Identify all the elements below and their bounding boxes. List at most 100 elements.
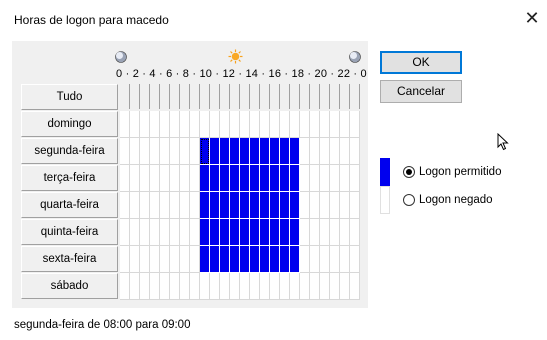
hour-cell[interactable] [250,138,260,165]
hour-cell[interactable] [320,138,330,165]
day-row-header[interactable]: quarta-feira [21,192,118,218]
hour-cell[interactable] [140,111,150,138]
hour-column-header[interactable] [150,84,160,109]
day-row-header[interactable]: segunda-feira [21,138,118,164]
hour-cell[interactable] [280,165,290,192]
hour-cell[interactable] [180,273,190,300]
hour-cell[interactable] [260,219,270,246]
hour-cell[interactable] [260,246,270,273]
hour-cell[interactable] [240,273,250,300]
hour-cell[interactable] [310,192,320,219]
hour-cell[interactable] [290,165,300,192]
hour-cell[interactable] [230,111,240,138]
hour-cell[interactable] [170,165,180,192]
cancel-button[interactable]: Cancelar [380,80,462,103]
hour-cell[interactable] [230,246,240,273]
hour-cell[interactable] [330,219,340,246]
hour-cell[interactable] [300,138,310,165]
hour-cell[interactable] [130,192,140,219]
hour-column-header[interactable] [200,84,210,109]
hour-cell[interactable] [270,111,280,138]
hour-cell[interactable] [130,246,140,273]
hour-cell[interactable] [240,111,250,138]
hour-cell[interactable] [220,192,230,219]
hour-cell[interactable] [250,246,260,273]
hour-cell[interactable] [180,192,190,219]
hour-cell[interactable] [210,111,220,138]
day-row-header[interactable]: quinta-feira [21,219,118,245]
hour-cell[interactable] [340,219,350,246]
ok-button[interactable]: OK [380,51,462,74]
hour-cell[interactable] [300,165,310,192]
hour-column-header[interactable] [300,84,310,109]
hour-cell[interactable] [260,165,270,192]
hour-cell[interactable] [330,165,340,192]
hour-cell[interactable] [190,192,200,219]
hours-grid[interactable] [120,111,360,300]
hour-cell[interactable] [270,273,280,300]
hour-cell[interactable] [220,165,230,192]
hour-cell[interactable] [150,111,160,138]
hour-cell[interactable] [280,219,290,246]
hour-cell[interactable] [180,165,190,192]
hour-cell[interactable] [220,219,230,246]
hour-cell[interactable] [280,246,290,273]
hour-cell[interactable] [230,138,240,165]
hour-cell[interactable] [340,246,350,273]
hour-column-header[interactable] [310,84,320,109]
hour-cell[interactable] [180,111,190,138]
hour-cell[interactable] [140,246,150,273]
hour-cell[interactable] [330,111,340,138]
hour-cell[interactable] [310,138,320,165]
hour-cell[interactable] [170,246,180,273]
hour-cell[interactable] [230,219,240,246]
hour-cell[interactable] [330,246,340,273]
hour-cell[interactable] [120,138,130,165]
hour-cell[interactable] [320,219,330,246]
hour-cell[interactable] [250,192,260,219]
hour-cell[interactable] [140,138,150,165]
hour-cell[interactable] [120,192,130,219]
hour-cell[interactable] [290,192,300,219]
hour-cell[interactable] [250,273,260,300]
hour-cell[interactable] [210,138,220,165]
hour-column-header[interactable] [120,84,130,109]
hour-cell[interactable] [350,192,360,219]
hour-cell[interactable] [350,246,360,273]
hour-column-header[interactable] [280,84,290,109]
hour-cell[interactable] [210,192,220,219]
hour-cell[interactable] [170,219,180,246]
hour-cell[interactable] [350,219,360,246]
hour-cell[interactable] [310,165,320,192]
hour-cell[interactable] [320,192,330,219]
day-row-header[interactable]: sábado [21,273,118,299]
day-row-header[interactable]: terça-feira [21,165,118,191]
hour-cell[interactable] [340,138,350,165]
hour-cell[interactable] [340,192,350,219]
hour-cell[interactable] [120,165,130,192]
hour-cell[interactable] [190,111,200,138]
hour-cell[interactable] [200,246,210,273]
hour-cell[interactable] [270,165,280,192]
hour-column-header[interactable] [160,84,170,109]
hour-cell[interactable] [220,273,230,300]
hour-cell[interactable] [200,138,210,165]
hour-cell[interactable] [270,192,280,219]
hour-cell[interactable] [160,165,170,192]
hour-cell[interactable] [180,138,190,165]
hour-cell[interactable] [290,138,300,165]
hour-cell[interactable] [130,138,140,165]
hour-cell[interactable] [120,219,130,246]
hour-cell[interactable] [200,192,210,219]
hour-column-header[interactable] [190,84,200,109]
hour-cell[interactable] [250,111,260,138]
hour-cell[interactable] [270,246,280,273]
hour-cell[interactable] [130,219,140,246]
hour-cell[interactable] [200,219,210,246]
hour-column-header[interactable] [270,84,280,109]
logon-allowed-option[interactable]: Logon permitido [403,166,501,178]
hour-cell[interactable] [300,192,310,219]
hour-cell[interactable] [250,165,260,192]
day-row-header[interactable]: sexta-feira [21,246,118,272]
hour-cell[interactable] [280,111,290,138]
